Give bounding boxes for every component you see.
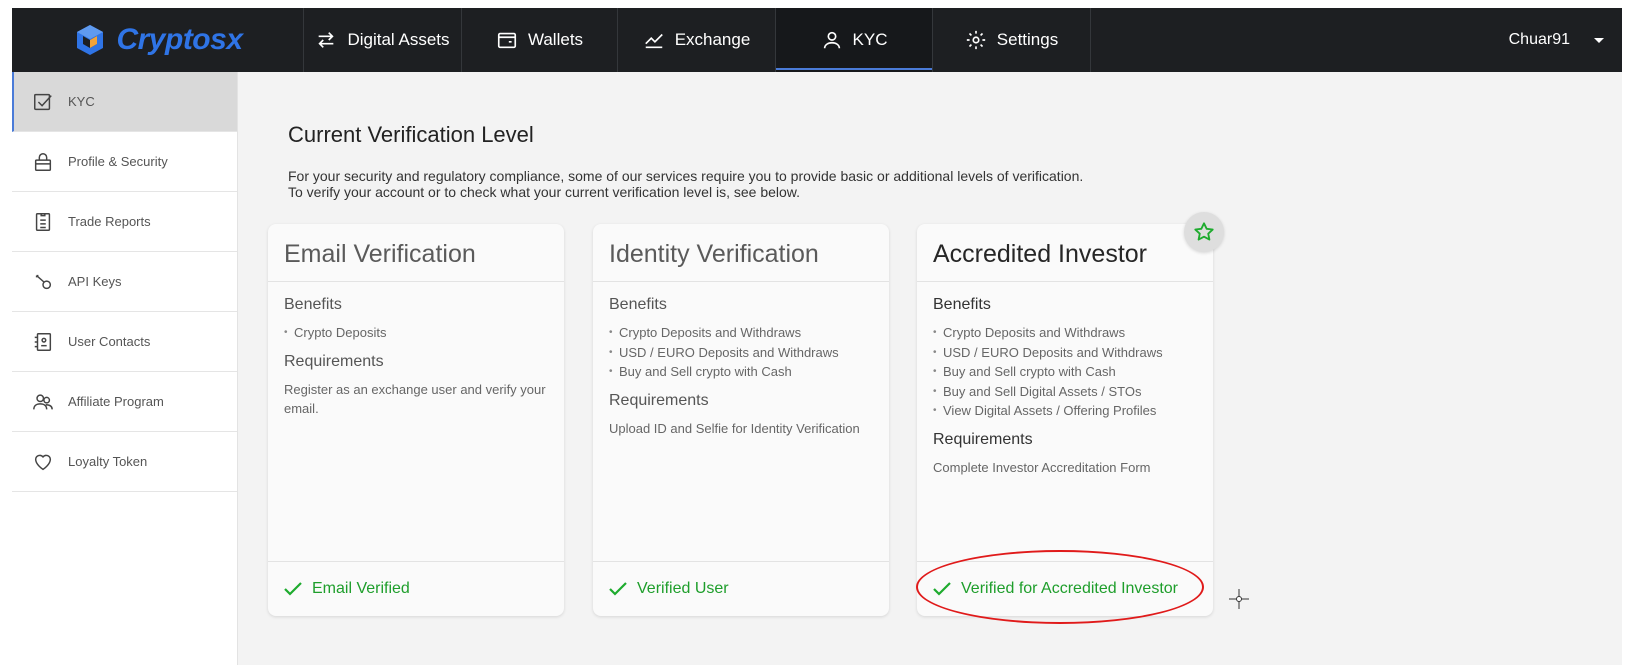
user-icon xyxy=(823,31,840,49)
checkbox-icon xyxy=(34,93,52,110)
star-badge xyxy=(1184,212,1224,252)
user-menu[interactable]: Chuar91 xyxy=(1472,8,1622,72)
contacts-icon xyxy=(34,332,52,351)
nav-label: Digital Assets xyxy=(347,30,450,49)
identity-verification-card: Identity Verification Benefits Crypto De… xyxy=(593,224,889,616)
intro-line: To verify your account or to check what … xyxy=(288,184,801,200)
card-title: Accredited Investor xyxy=(917,224,1213,282)
check-icon xyxy=(284,582,302,596)
sidebar-item-affiliate-program[interactable]: Affiliate Program xyxy=(12,372,237,432)
sidebar-item-trade-reports[interactable]: Trade Reports xyxy=(12,192,237,252)
nav-kyc[interactable]: KYC xyxy=(776,8,933,72)
sidebar-item-loyalty-token[interactable]: Loyalty Token xyxy=(12,432,237,492)
benefit-item: Buy and Sell crypto with Cash xyxy=(609,362,873,382)
card-title: Email Verification xyxy=(268,224,564,282)
sidebar-item-kyc[interactable]: KYC xyxy=(12,72,237,132)
requirements-heading: Requirements xyxy=(284,352,384,370)
sidebar: KYC Profile & Security Trade Reports API… xyxy=(12,72,238,665)
benefits-heading: Benefits xyxy=(933,296,991,313)
page-title: Current Verification Level xyxy=(288,122,534,147)
line-chart-icon xyxy=(644,33,663,49)
card-status: Verified for Accredited Investor xyxy=(917,561,1213,616)
wallet-icon xyxy=(497,32,517,49)
nav-label: Settings xyxy=(996,30,1059,49)
nav-settings[interactable]: Settings xyxy=(933,8,1091,72)
benefits-heading: Benefits xyxy=(609,296,667,313)
benefit-item: Buy and Sell Digital Assets / STOs xyxy=(933,382,1197,402)
benefit-item: View Digital Assets / Offering Profiles xyxy=(933,401,1197,421)
caret-down-icon xyxy=(1594,37,1604,43)
lock-icon xyxy=(34,152,52,171)
intro-line: For your security and regulatory complia… xyxy=(288,168,1084,184)
sidebar-item-label: Loyalty Token xyxy=(68,454,148,469)
sidebar-item-label: KYC xyxy=(68,94,95,109)
card-status: Email Verified xyxy=(268,561,564,616)
key-icon xyxy=(35,274,52,289)
check-icon xyxy=(933,582,951,596)
sidebar-item-label: Affiliate Program xyxy=(68,394,164,409)
benefits-list: Crypto Deposits and Withdraws USD / EURO… xyxy=(609,323,873,382)
status-text: Verified User xyxy=(637,580,729,597)
benefits-list: Crypto Deposits xyxy=(284,323,548,343)
card-status: Verified User xyxy=(593,561,889,616)
gear-icon xyxy=(966,30,985,50)
heart-icon xyxy=(34,454,52,470)
nav-label: Exchange xyxy=(674,30,751,49)
accredited-investor-card: Accredited Investor Benefits Crypto Depo… xyxy=(917,224,1213,616)
requirements-heading: Requirements xyxy=(609,391,709,409)
nav-wallets[interactable]: Wallets xyxy=(462,8,618,72)
card-title: Identity Verification xyxy=(593,224,889,282)
nav-label: KYC xyxy=(852,30,888,49)
benefit-item: Crypto Deposits xyxy=(284,323,548,343)
crosshair-cursor-icon xyxy=(1229,589,1249,609)
app-window: Cryptosx Digital Assets Wallets Exchange… xyxy=(12,8,1622,665)
sidebar-item-label: API Keys xyxy=(68,274,122,289)
requirements-text: Complete Investor Accreditation Form xyxy=(933,459,1151,475)
requirements-text: Upload ID and Selfie for Identity Verifi… xyxy=(609,420,860,436)
status-text: Email Verified xyxy=(312,580,410,597)
brand-logo[interactable]: Cryptosx xyxy=(12,8,304,72)
clipboard-icon xyxy=(35,212,51,231)
check-icon xyxy=(609,582,627,596)
requirements-text: Register as an exchange user and verify … xyxy=(284,381,546,417)
sidebar-item-label: User Contacts xyxy=(68,334,151,349)
nav-label: Wallets xyxy=(527,30,584,49)
sidebar-item-label: Trade Reports xyxy=(68,214,151,229)
benefit-item: Crypto Deposits and Withdraws xyxy=(933,323,1197,343)
benefit-item: USD / EURO Deposits and Withdraws xyxy=(609,343,873,363)
nav-digital-assets[interactable]: Digital Assets xyxy=(304,8,462,72)
sidebar-item-profile-security[interactable]: Profile & Security xyxy=(12,132,237,192)
benefit-item: USD / EURO Deposits and Withdraws xyxy=(933,343,1197,363)
benefit-item: Buy and Sell crypto with Cash xyxy=(933,362,1197,382)
card-body: Benefits Crypto Deposits Requirements Re… xyxy=(268,282,564,419)
username: Chuar91 xyxy=(1508,31,1570,48)
benefit-item: Crypto Deposits and Withdraws xyxy=(609,323,873,343)
card-body: Benefits Crypto Deposits and Withdraws U… xyxy=(593,282,889,438)
star-icon xyxy=(1194,222,1214,241)
sidebar-item-user-contacts[interactable]: User Contacts xyxy=(12,312,237,372)
requirements-heading: Requirements xyxy=(933,430,1033,448)
brand-name: Cryptosx xyxy=(116,23,243,56)
card-body: Benefits Crypto Deposits and Withdraws U… xyxy=(917,282,1213,477)
sidebar-item-api-keys[interactable]: API Keys xyxy=(12,252,237,312)
sidebar-item-label: Profile & Security xyxy=(68,154,168,169)
benefits-heading: Benefits xyxy=(284,296,342,313)
top-navigation-bar: Cryptosx Digital Assets Wallets Exchange… xyxy=(12,8,1622,72)
nav-exchange[interactable]: Exchange xyxy=(618,8,776,72)
main-content: Current Verification Level For your secu… xyxy=(238,72,1622,665)
cube-logo-icon xyxy=(77,25,104,55)
users-icon xyxy=(33,393,53,409)
intro-text: For your security and regulatory complia… xyxy=(288,168,1248,200)
arrows-exchange-icon xyxy=(318,32,335,48)
status-text: Verified for Accredited Investor xyxy=(961,580,1178,597)
benefits-list: Crypto Deposits and Withdraws USD / EURO… xyxy=(933,323,1197,421)
email-verification-card: Email Verification Benefits Crypto Depos… xyxy=(268,224,564,616)
